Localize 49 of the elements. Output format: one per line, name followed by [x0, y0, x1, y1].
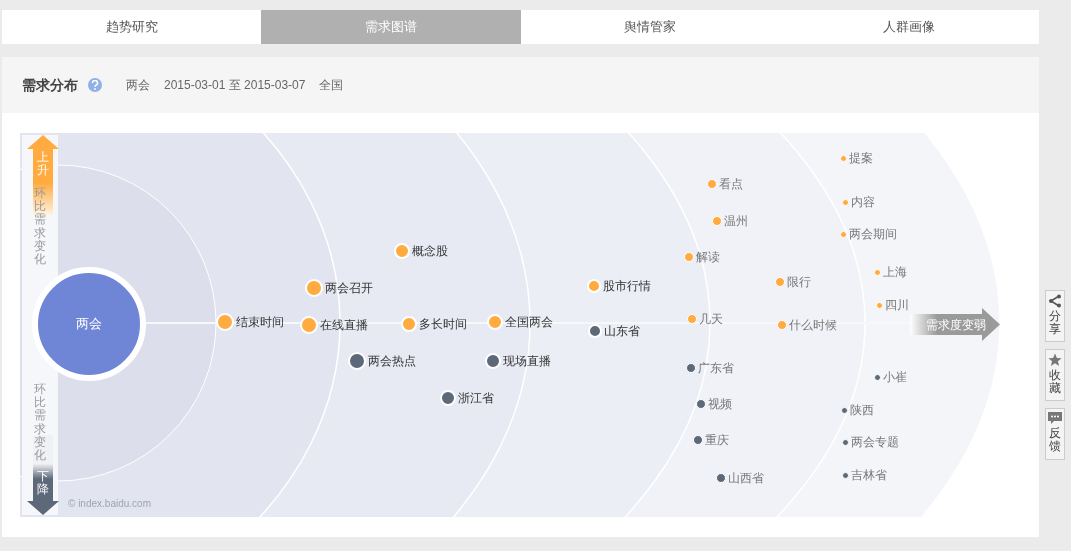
node-label[interactable]: 四川 — [884, 297, 909, 313]
weaker-arrow: 需求度变弱 — [910, 308, 1000, 341]
date-range-text: 2015-03-01 至 2015-03-07 — [164, 77, 306, 94]
node-label[interactable]: 广东省 — [698, 360, 734, 376]
node-label[interactable]: 提案 — [848, 150, 873, 166]
node-label[interactable]: 上海 — [882, 264, 907, 280]
node-label[interactable]: 什么时候 — [789, 317, 837, 333]
down-label: 下降 — [37, 470, 49, 497]
keyword-text: 两会 — [126, 77, 150, 94]
node-label[interactable]: 两会期间 — [848, 226, 897, 242]
section-title: 需求分布 — [22, 75, 78, 95]
node-label[interactable]: 多长时间 — [419, 316, 467, 332]
help-icon[interactable] — [88, 78, 102, 92]
down-arrow-icon — [27, 435, 59, 515]
up-arrow-icon — [27, 135, 59, 215]
favorite-button[interactable]: 收藏 — [1045, 349, 1065, 401]
node-label[interactable]: 山东省 — [604, 323, 640, 339]
node-label[interactable]: 概念股 — [412, 243, 448, 259]
node-label[interactable]: 结束时间 — [236, 314, 284, 330]
share-button[interactable]: 分享 — [1045, 290, 1065, 342]
node-label[interactable]: 陕西 — [849, 402, 874, 418]
node-label[interactable]: 温州 — [724, 213, 748, 229]
node-label[interactable]: 重庆 — [705, 432, 729, 448]
node-label[interactable]: 两会专题 — [850, 434, 899, 450]
node-label[interactable]: 几天 — [699, 311, 723, 327]
node-label[interactable]: 现场直播 — [503, 353, 551, 369]
up-label: 上升 — [37, 151, 49, 178]
node-label[interactable]: 股市行情 — [603, 278, 651, 294]
node-label[interactable]: 限行 — [787, 274, 811, 290]
axis-label: 环比需求变化 — [34, 187, 46, 267]
node-label[interactable]: 在线直播 — [320, 317, 368, 333]
node-label[interactable]: 解读 — [696, 249, 720, 265]
share-icon — [1048, 294, 1062, 308]
speech-bubble-icon — [1048, 412, 1062, 425]
region-text: 全国 — [319, 77, 344, 94]
star-icon — [1048, 353, 1062, 367]
axis-label: 环比需求变化 — [34, 383, 46, 463]
node-label[interactable]: 全国两会 — [505, 314, 553, 330]
node-label[interactable]: 小崔 — [882, 369, 907, 385]
node-label[interactable]: 山西省 — [728, 470, 764, 486]
credit-text: © index.baidu.com — [68, 497, 151, 511]
node-label[interactable]: 视频 — [708, 396, 732, 412]
node-label[interactable]: 内容 — [850, 194, 875, 210]
node-label[interactable]: 浙江省 — [458, 390, 494, 406]
node-label[interactable]: 两会召开 — [325, 280, 373, 296]
node-label[interactable]: 看点 — [719, 176, 743, 192]
node-label[interactable]: 吉林省 — [850, 467, 887, 483]
node-label[interactable]: 两会热点 — [368, 353, 416, 369]
feedback-button[interactable]: 反馈 — [1045, 408, 1065, 460]
